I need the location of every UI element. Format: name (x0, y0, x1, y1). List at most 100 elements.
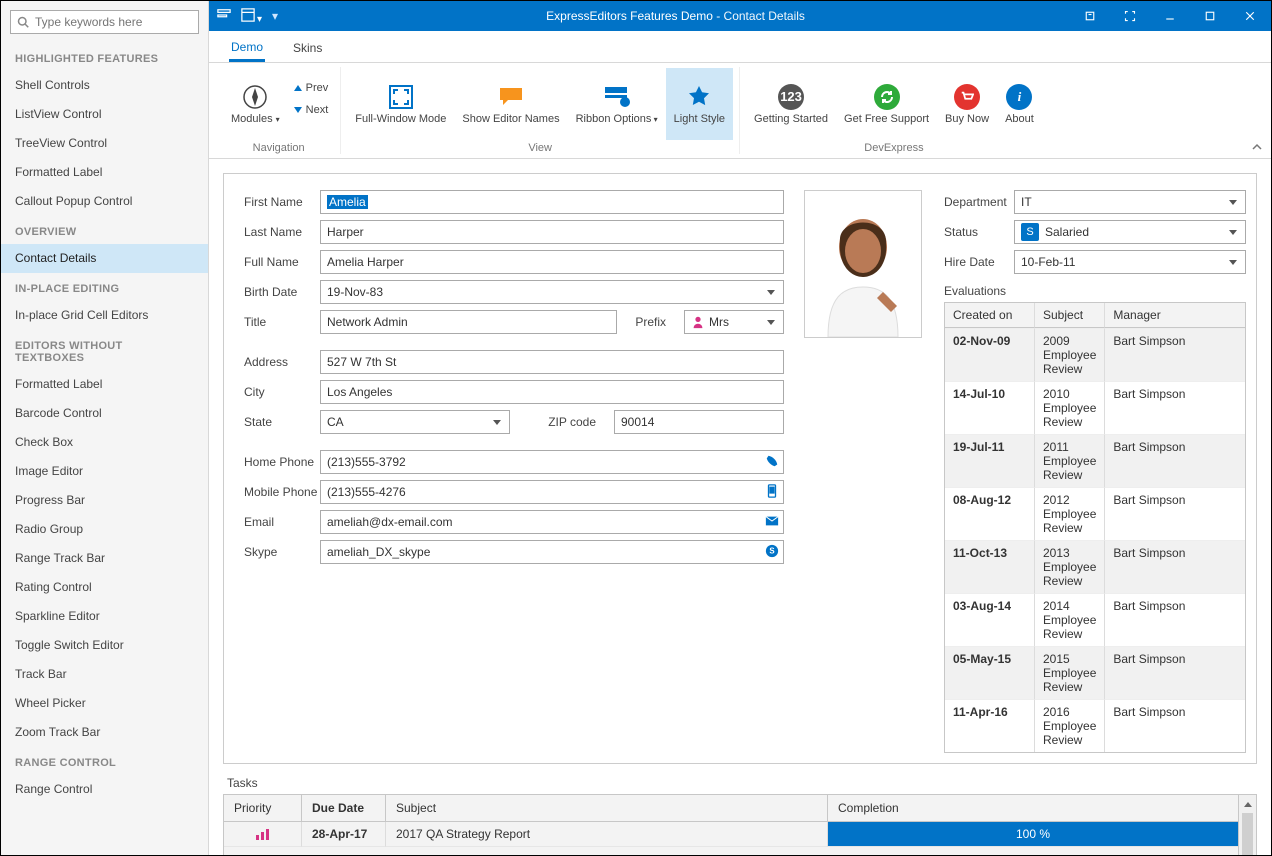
maximize-button[interactable] (1193, 1, 1227, 31)
svg-text:S: S (769, 547, 774, 556)
show-editor-names-button[interactable]: Show Editor Names (454, 68, 567, 140)
about-button[interactable]: i About (997, 68, 1042, 140)
evaluation-row[interactable]: 11-Apr-162016 Employee ReviewBart Simpso… (945, 699, 1245, 752)
titlebar: ▾ ▾ ExpressEditors Features Demo - Conta… (209, 1, 1271, 31)
sidebar-item[interactable]: Track Bar (1, 660, 208, 689)
sidebar-item[interactable]: Toggle Switch Editor (1, 631, 208, 660)
task-row[interactable]: 28-Apr-172017 QA Strategy Report100 % (224, 822, 1238, 847)
mobile-icon (765, 484, 779, 501)
speech-bubble-icon (498, 86, 524, 108)
ribbon-tab-skins[interactable]: Skins (291, 33, 324, 62)
evaluations-grid[interactable]: Created on Subject Manager 02-Nov-092009… (944, 302, 1246, 753)
sidebar-item[interactable]: Rating Control (1, 573, 208, 602)
evaluation-row[interactable]: 14-Jul-102010 Employee ReviewBart Simpso… (945, 381, 1245, 434)
prefix-select[interactable]: Mrs (684, 310, 784, 334)
get-free-support-button[interactable]: Get Free Support (836, 68, 937, 140)
state-select[interactable]: CA (320, 410, 510, 434)
scroll-up-button[interactable] (1239, 795, 1256, 813)
window-title-app: ExpressEditors Features Demo (546, 9, 713, 23)
title-input[interactable]: Network Admin (320, 310, 617, 334)
tasks-grid[interactable]: Priority Due Date Subject Completion 28-… (223, 794, 1257, 855)
contact-photo[interactable] (804, 190, 922, 338)
sidebar-item[interactable]: Image Editor (1, 457, 208, 486)
tasks-scrollbar[interactable] (1238, 795, 1256, 855)
window-layout-icon[interactable]: ▾ (241, 8, 262, 25)
focus-button[interactable] (1113, 1, 1147, 31)
sidebar-item[interactable]: Radio Group (1, 515, 208, 544)
sidebar-item[interactable]: Callout Popup Control (1, 187, 208, 216)
sidebar-item[interactable]: Shell Controls (1, 71, 208, 100)
sidebar-item[interactable]: ListView Control (1, 100, 208, 129)
triangle-down-icon (294, 107, 302, 113)
number-icon: 123 (778, 84, 804, 110)
sidebar-section-title: EDITORS WITHOUT TEXTBOXES (1, 330, 208, 370)
help-mode-button[interactable] (1073, 1, 1107, 31)
sidebar-item[interactable]: Formatted Label (1, 370, 208, 399)
sidebar-section-title: OVERVIEW (1, 216, 208, 244)
minimize-button[interactable] (1153, 1, 1187, 31)
zip-input[interactable]: 90014 (614, 410, 784, 434)
full-window-mode-button[interactable]: Full-Window Mode (347, 68, 454, 140)
search-input-wrap[interactable] (10, 10, 199, 34)
compass-icon (242, 84, 268, 110)
refresh-icon (874, 84, 900, 110)
evaluations-label: Evaluations (944, 284, 1246, 298)
evaluation-row[interactable]: 19-Jul-112011 Employee ReviewBart Simpso… (945, 434, 1245, 487)
prev-button[interactable]: Prev (288, 80, 335, 96)
sidebar-item[interactable]: Check Box (1, 428, 208, 457)
scroll-thumb[interactable] (1242, 813, 1253, 855)
close-button[interactable] (1233, 1, 1267, 31)
light-style-button[interactable]: Light Style (666, 68, 733, 140)
envelope-icon (765, 514, 779, 531)
first-name-input[interactable]: Amelia (320, 190, 784, 214)
ribbon-tab-demo[interactable]: Demo (229, 32, 265, 62)
cart-icon (954, 84, 980, 110)
sidebar-item[interactable]: Range Track Bar (1, 544, 208, 573)
fullscreen-icon (388, 84, 414, 110)
triangle-up-icon (294, 85, 302, 91)
ribbon-display-options-icon[interactable] (217, 8, 231, 25)
mobile-phone-input[interactable]: (213)555-4276 (320, 480, 784, 504)
home-phone-input[interactable]: (213)555-3792 (320, 450, 784, 474)
star-icon (686, 84, 712, 110)
email-input[interactable]: ameliah@dx-email.com (320, 510, 784, 534)
full-name-input[interactable]: Amelia Harper (320, 250, 784, 274)
next-button[interactable]: Next (288, 102, 335, 118)
last-name-input[interactable]: Harper (320, 220, 784, 244)
ribbon-gear-icon (603, 85, 631, 109)
evaluation-row[interactable]: 03-Aug-142014 Employee ReviewBart Simpso… (945, 593, 1245, 646)
getting-started-button[interactable]: 123 Getting Started (746, 68, 836, 140)
ribbon-options-button[interactable]: Ribbon Options ▾ (568, 68, 666, 140)
person-icon (691, 315, 705, 329)
main: ▾ ▾ ExpressEditors Features Demo - Conta… (209, 1, 1271, 855)
evaluation-row[interactable]: 02-Nov-092009 Employee ReviewBart Simpso… (945, 328, 1245, 381)
sidebar-item[interactable]: Sparkline Editor (1, 602, 208, 631)
info-icon: i (1006, 84, 1032, 110)
evaluation-row[interactable]: 11-Oct-132013 Employee ReviewBart Simpso… (945, 540, 1245, 593)
collapse-ribbon-button[interactable] (1249, 139, 1265, 155)
skype-icon: S (765, 544, 779, 561)
sidebar-item[interactable]: In-place Grid Cell Editors (1, 301, 208, 330)
address-input[interactable]: 527 W 7th St (320, 350, 784, 374)
hire-date-input[interactable]: 10-Feb-11 (1014, 250, 1246, 274)
sidebar-section-title: HIGHLIGHTED FEATURES (1, 43, 208, 71)
search-input[interactable] (33, 14, 192, 30)
evaluation-row[interactable]: 08-Aug-122012 Employee ReviewBart Simpso… (945, 487, 1245, 540)
sidebar-item[interactable]: Range Control (1, 775, 208, 804)
buy-now-button[interactable]: Buy Now (937, 68, 997, 140)
status-select[interactable]: SSalaried (1014, 220, 1246, 244)
sidebar-item[interactable]: Progress Bar (1, 486, 208, 515)
birth-date-input[interactable]: 19-Nov-83 (320, 280, 784, 304)
city-input[interactable]: Los Angeles (320, 380, 784, 404)
sidebar-item[interactable]: TreeView Control (1, 129, 208, 158)
sidebar-item[interactable]: Contact Details (1, 244, 208, 273)
skype-input[interactable]: ameliah_DX_skypeS (320, 540, 784, 564)
sidebar-item[interactable]: Barcode Control (1, 399, 208, 428)
evaluation-row[interactable]: 05-May-152015 Employee ReviewBart Simpso… (945, 646, 1245, 699)
sidebar-item[interactable]: Wheel Picker (1, 689, 208, 718)
sidebar-item[interactable]: Formatted Label (1, 158, 208, 187)
sidebar-item[interactable]: Zoom Track Bar (1, 718, 208, 747)
department-select[interactable]: IT (1014, 190, 1246, 214)
modules-button[interactable]: Modules ▾ (223, 68, 288, 140)
sidebar: HIGHLIGHTED FEATURESShell ControlsListVi… (1, 1, 209, 855)
